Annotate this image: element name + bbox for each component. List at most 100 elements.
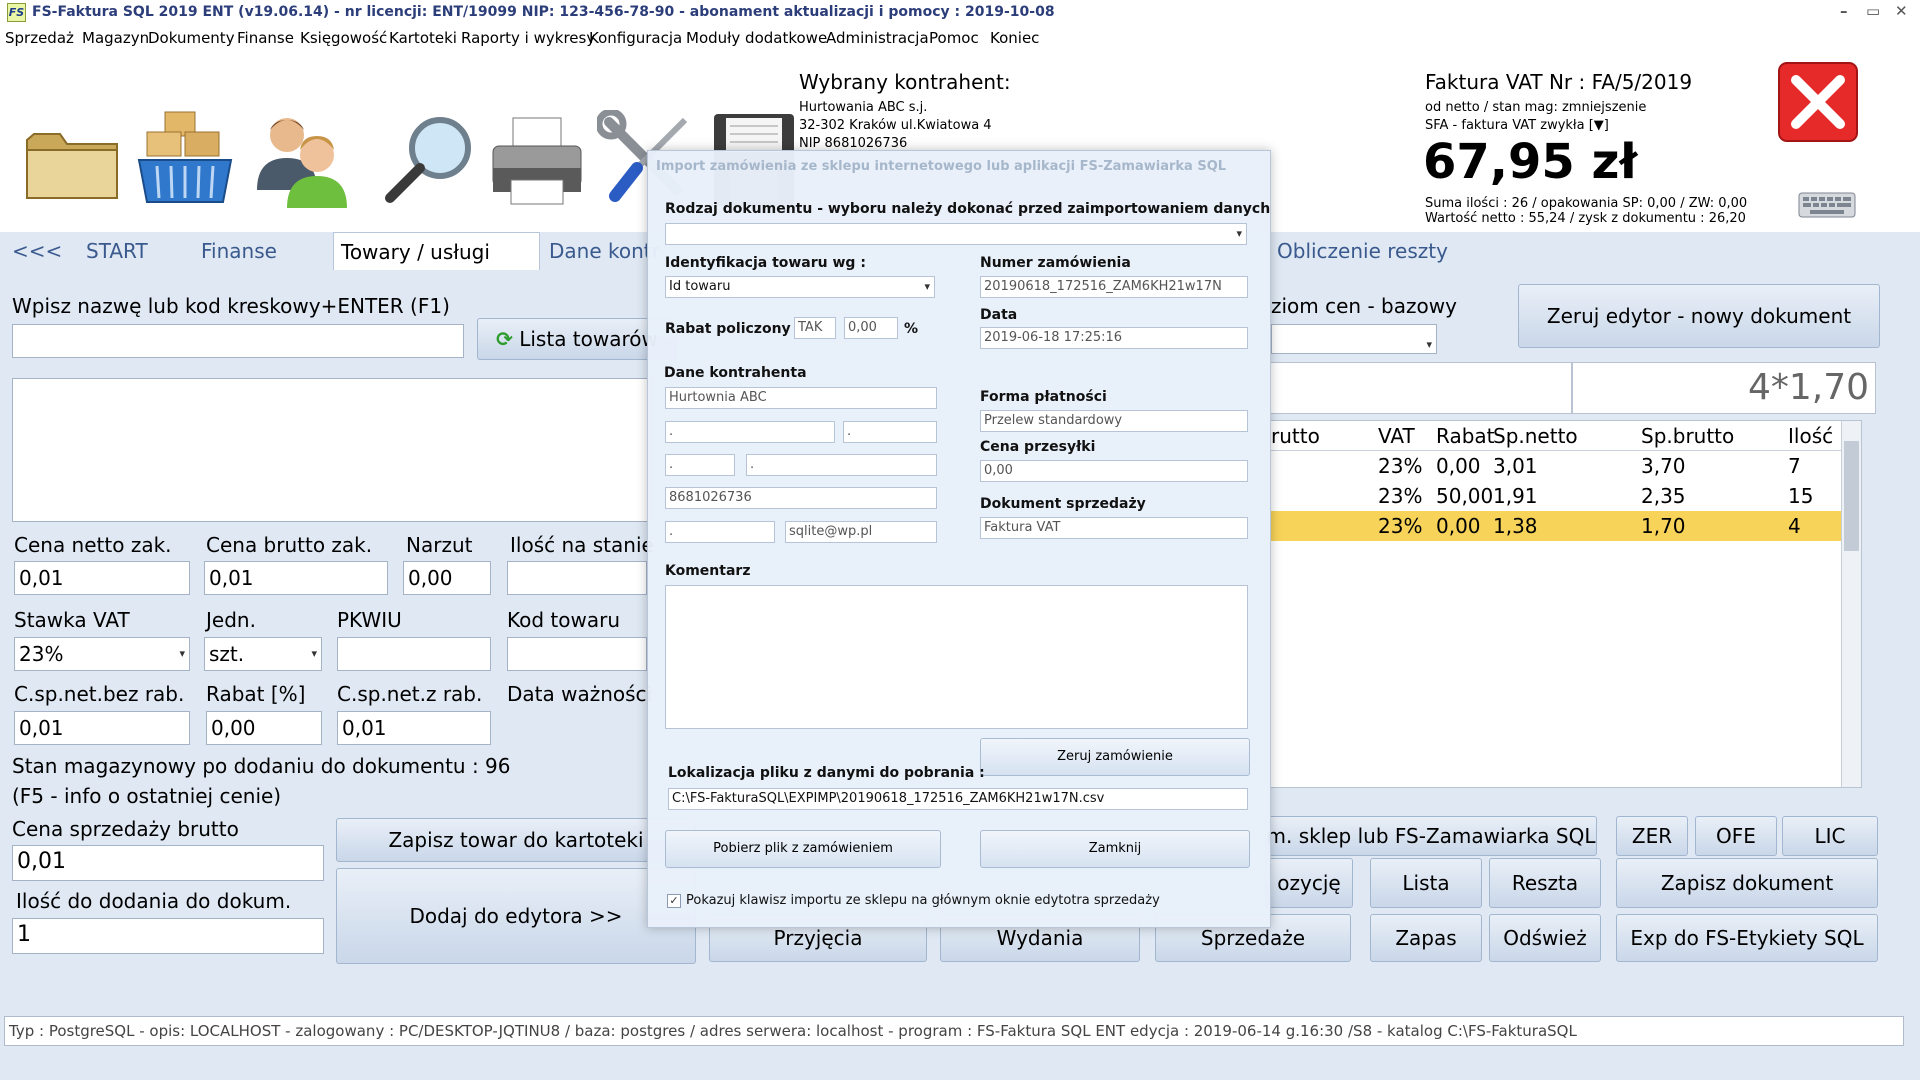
menu-dokumenty[interactable]: Dokumenty — [148, 29, 235, 47]
product-search-results[interactable] — [12, 378, 652, 522]
save-product-button[interactable]: Zapisz towar do kartoteki — [336, 818, 696, 862]
tab-obliczenie-reszty[interactable]: Obliczenie reszty — [1277, 232, 1448, 270]
close-document-icon[interactable] — [1778, 62, 1858, 142]
sale-gross-field[interactable]: 0,01 — [12, 845, 324, 881]
menu-pomoc[interactable]: Pomoc — [929, 29, 979, 47]
date-field[interactable]: 2019-06-18 17:25:16 — [980, 327, 1248, 349]
menu-kartoteki[interactable]: Kartoteki — [389, 29, 457, 47]
ofe-button[interactable]: OFE — [1695, 816, 1777, 856]
col-brutto[interactable]: rutto — [1271, 424, 1320, 448]
table-row[interactable]: 23% 50,00 1,91 2,35 15 — [1271, 481, 1861, 511]
zapas-button[interactable]: Zapas — [1370, 914, 1482, 962]
maximize-button[interactable]: ▭ — [1866, 2, 1880, 20]
menu-konfiguracja[interactable]: Konfiguracja — [589, 29, 682, 47]
position-button[interactable]: ozycję — [1265, 858, 1353, 908]
file-path-field[interactable]: C:\FS-FakturaSQL\EXPIMP\20190618_172516_… — [668, 788, 1248, 810]
col-ilosc[interactable]: Ilość — [1788, 424, 1833, 448]
shipping-field[interactable]: 0,00 — [980, 460, 1248, 482]
search-input[interactable] — [12, 324, 464, 358]
scrollbar-thumb[interactable] — [1844, 441, 1859, 551]
reset-order-button[interactable]: Zeruj zamówienie — [980, 738, 1250, 776]
contractor-email-field[interactable]: sqlite@wp.pl — [785, 521, 937, 543]
show-import-button-checkbox[interactable]: ✓ — [667, 894, 681, 908]
menu-sprzedaz[interactable]: Sprzedaż — [5, 29, 74, 47]
save-document-button[interactable]: Zapisz dokument — [1616, 858, 1878, 908]
product-code-field[interactable] — [507, 637, 647, 671]
reset-editor-button[interactable]: Zeruj edytor - nowy dokument — [1518, 284, 1880, 348]
vat-select[interactable]: 23% ▾ — [14, 637, 190, 671]
tab-start[interactable]: START — [86, 232, 148, 270]
reszta-button[interactable]: Reszta — [1489, 858, 1601, 908]
lic-button[interactable]: LIC — [1782, 816, 1878, 856]
invoice-type[interactable]: SFA - faktura VAT zwykła [▼] — [1425, 118, 1609, 133]
doc-type-select[interactable]: ▾ — [665, 223, 1247, 245]
folder-icon[interactable] — [22, 110, 122, 210]
col-sp-brutto[interactable]: Sp.brutto — [1641, 424, 1734, 448]
chevron-down-icon: ▾ — [1426, 338, 1432, 351]
price-net-field[interactable]: 0,01 — [14, 561, 190, 595]
cell: 50,00 — [1436, 484, 1494, 508]
contractor-nip: NIP 8681026736 — [799, 136, 908, 151]
col-sp-netto[interactable]: Sp.netto — [1493, 424, 1578, 448]
tab-back[interactable]: <<< — [12, 232, 62, 270]
discount-value-field[interactable]: 0,00 — [844, 317, 898, 339]
col-rabat[interactable]: Rabat — [1436, 424, 1495, 448]
contractor-name-field[interactable]: Hurtownia ABC — [665, 387, 937, 409]
payment-field[interactable]: Przelew standardowy — [980, 410, 1248, 432]
close-dialog-button[interactable]: Zamknij — [980, 830, 1250, 868]
app-logo-icon: FS — [7, 3, 26, 22]
warehouse-basket-icon[interactable] — [135, 110, 235, 210]
add-to-editor-button[interactable]: Dodaj do edytora >> — [336, 868, 696, 964]
discount-field[interactable]: 0,00 — [206, 711, 322, 745]
ident-select[interactable]: Id towaru ▾ — [665, 276, 935, 298]
export-labels-button[interactable]: Exp do FS-Etykiety SQL — [1616, 914, 1878, 962]
qty-field[interactable]: 1 — [12, 918, 324, 954]
net-no-disc-field[interactable]: 0,01 — [14, 711, 190, 745]
window-title: FS-Faktura SQL 2019 ENT (v19.06.14) - nr… — [32, 4, 1055, 20]
price-level-select[interactable]: ▾ — [1271, 324, 1437, 354]
minimize-button[interactable]: – — [1840, 2, 1848, 20]
unit-select[interactable]: szt. ▾ — [204, 637, 322, 671]
cell: 3,70 — [1641, 454, 1686, 478]
tab-dane-kontrahenta[interactable]: Dane kontr — [549, 232, 660, 270]
zer-button[interactable]: ZER — [1616, 816, 1688, 856]
odswiez-button[interactable]: Odśwież — [1489, 914, 1601, 962]
close-window-button[interactable]: ✕ — [1895, 2, 1908, 20]
menu-raporty[interactable]: Raporty i wykresy — [461, 29, 595, 47]
contractor-field-5[interactable]: . — [746, 454, 937, 476]
contractor-nip-field[interactable]: 8681026736 — [665, 487, 937, 509]
cell: 23% — [1378, 484, 1423, 508]
markup-field[interactable]: 0,00 — [403, 561, 491, 595]
grid-vertical-scrollbar[interactable] — [1841, 421, 1861, 787]
contractors-icon[interactable] — [252, 110, 352, 210]
import-shop-button[interactable]: m. sklep lub FS-Zamawiarka SQL — [1265, 816, 1597, 856]
menu-ksiegowosc[interactable]: Księgowość — [300, 29, 387, 47]
pkwiu-field[interactable] — [337, 637, 491, 671]
download-order-button[interactable]: Pobierz plik z zamówieniem — [665, 830, 941, 868]
search-magnifier-icon[interactable] — [380, 110, 480, 210]
tab-towary-uslugi[interactable]: Towary / usługi — [333, 232, 540, 270]
col-vat[interactable]: VAT — [1378, 424, 1415, 448]
contractor-field-3[interactable]: . — [843, 421, 937, 443]
menu-magazyn[interactable]: Magazyn — [82, 29, 149, 47]
menu-finanse[interactable]: Finanse — [237, 29, 294, 47]
discount-flag-field[interactable]: TAK — [794, 317, 836, 339]
menu-administracja[interactable]: Administracja — [826, 29, 929, 47]
price-gross-field[interactable]: 0,01 — [204, 561, 388, 595]
menu-koniec[interactable]: Koniec — [990, 29, 1039, 47]
sale-doc-field[interactable]: Faktura VAT — [980, 517, 1248, 539]
table-row[interactable]: 23% 0,00 3,01 3,70 7 — [1271, 451, 1861, 481]
table-row-selected[interactable]: 23% 0,00 1,38 1,70 4 — [1271, 511, 1857, 541]
contractor-field-4[interactable]: . — [665, 454, 735, 476]
lista-button[interactable]: Lista — [1370, 858, 1482, 908]
keyboard-icon[interactable] — [1798, 192, 1856, 218]
printer-icon[interactable] — [487, 110, 587, 210]
net-with-disc-field[interactable]: 0,01 — [337, 711, 491, 745]
menu-moduly[interactable]: Moduły dodatkowe — [686, 29, 827, 47]
comment-textarea[interactable] — [665, 585, 1248, 729]
contractor-field-2[interactable]: . — [665, 421, 835, 443]
order-no-field[interactable]: 20190618_172516_ZAM6KH21w17N — [980, 276, 1248, 298]
tab-finanse[interactable]: Finanse — [201, 232, 277, 270]
items-grid[interactable]: rutto VAT Rabat Sp.netto Sp.brutto Ilość… — [1270, 420, 1862, 788]
contractor-field-7[interactable]: . — [665, 521, 775, 543]
